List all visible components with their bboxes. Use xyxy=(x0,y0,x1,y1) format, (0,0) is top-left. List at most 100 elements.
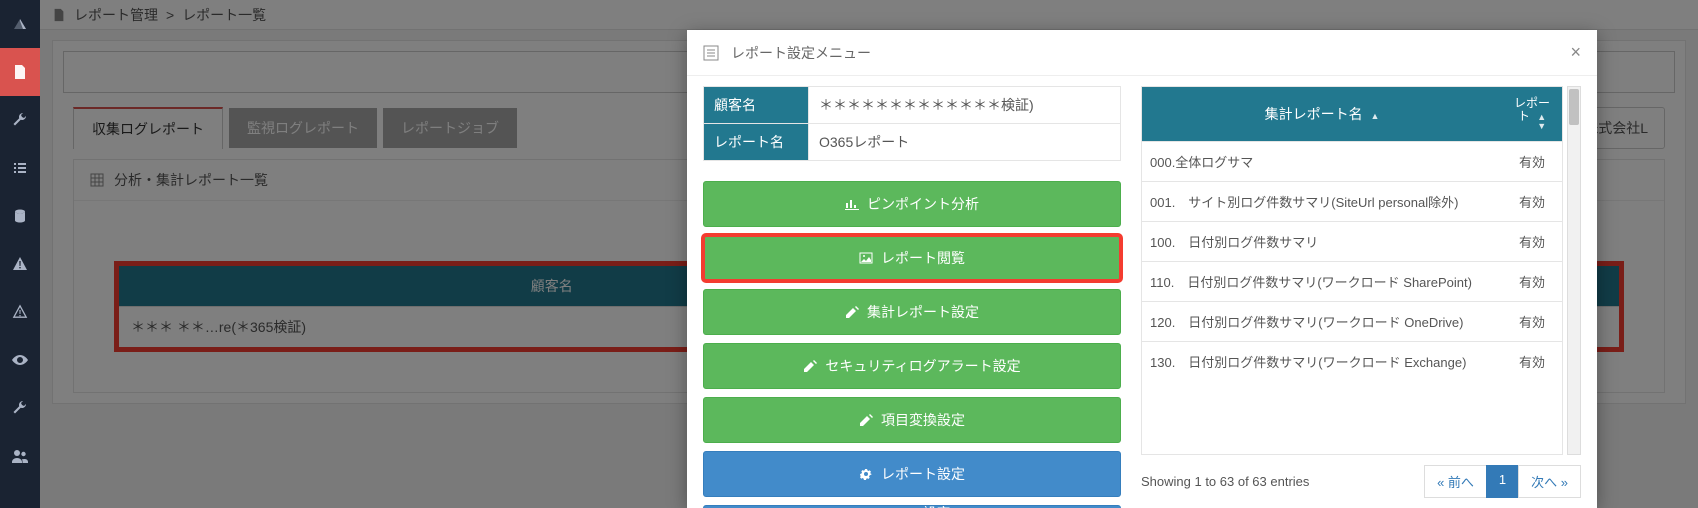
nav-reports[interactable] xyxy=(0,48,40,96)
table-row[interactable]: 100. 日付別ログ件数サマリ 有効 xyxy=(1142,222,1562,262)
tab-label: レポートジョブ xyxy=(401,120,499,136)
table-row[interactable]: 001. サイト別ログ件数サマリ(SiteUrl personal除外) 有効 xyxy=(1142,182,1562,222)
close-icon[interactable]: × xyxy=(1570,42,1581,63)
security-log-alert-settings-button[interactable]: セキュリティログアラート設定 xyxy=(703,343,1121,389)
modal-body: 顧客名 ＊＊＊＊＊＊＊＊＊＊＊＊＊検証) レポート名 O365レポート xyxy=(687,76,1597,508)
breadcrumb-sep: > xyxy=(166,7,174,23)
col-report-name[interactable]: 集計レポート名 ▲ xyxy=(1142,87,1502,142)
wrench-icon xyxy=(12,112,28,128)
action-label: 集計レポート設定 xyxy=(867,302,979,322)
cell-status: 有効 xyxy=(1502,222,1562,262)
edit-icon xyxy=(803,359,817,373)
report-table-wrap: 集計レポート名 ▲ レポート ▲▼ xyxy=(1141,86,1581,455)
triangle-icon xyxy=(12,16,28,32)
tab-report-job[interactable]: レポートジョブ xyxy=(383,108,517,148)
info-val-report: O365レポート xyxy=(809,124,1121,161)
side-nav xyxy=(0,0,40,508)
nav-list[interactable] xyxy=(0,144,40,192)
col-report-status[interactable]: レポート ▲▼ xyxy=(1502,87,1562,142)
cell-name: 120. 日付別ログ件数サマリ(ワークロード OneDrive) xyxy=(1142,302,1502,342)
document-icon xyxy=(12,64,28,80)
report-settings-modal: レポート設定メニュー × 顧客名 ＊＊＊＊＊＊＊＊＊＊＊＊＊検証) レポート名 … xyxy=(687,30,1597,508)
nav-database[interactable] xyxy=(0,192,40,240)
table-row[interactable]: 110. 日付別ログ件数サマリ(ワークロード SharePoint) 有効 xyxy=(1142,262,1562,302)
nav-users[interactable] xyxy=(0,432,40,480)
sort-icon: ▲ xyxy=(1370,112,1379,121)
nav-dashboard[interactable] xyxy=(0,0,40,48)
cell-name: 100. 日付別ログ件数サマリ xyxy=(1142,222,1502,262)
action-label: レポート設定 xyxy=(881,464,965,484)
breadcrumb: レポート管理 > レポート一覧 xyxy=(40,0,1698,30)
action-list: ピンポイント分析 レポート閲覧 集計レポート設定 xyxy=(703,181,1121,508)
tab-label: 収集ログレポート xyxy=(92,121,204,137)
report-view-button[interactable]: レポート閲覧 xyxy=(703,235,1121,281)
modal-right: 集計レポート名 ▲ レポート ▲▼ xyxy=(1141,86,1581,498)
scrollbar-thumb[interactable] xyxy=(1569,89,1579,125)
nav-warning[interactable] xyxy=(0,240,40,288)
scrollbar[interactable] xyxy=(1567,86,1581,455)
action-label: セキュリティログアラート設定 xyxy=(825,356,1020,376)
nav-wrench[interactable] xyxy=(0,96,40,144)
table-row[interactable]: 000.全体ログサマ 有効 xyxy=(1142,142,1562,182)
sort-icon: ▲▼ xyxy=(1537,113,1546,131)
nav-eye[interactable] xyxy=(0,336,40,384)
cell-status: 有効 xyxy=(1502,342,1562,382)
edit-icon xyxy=(845,305,859,319)
pinpoint-analysis-button[interactable]: ピンポイント分析 xyxy=(703,181,1121,227)
cell-status: 有効 xyxy=(1502,142,1562,182)
cell-name: 110. 日付別ログ件数サマリ(ワークロード SharePoint) xyxy=(1142,262,1502,302)
cell-name: 130. 日付別ログ件数サマリ(ワークロード Exchange) xyxy=(1142,342,1502,382)
warning-outline-icon xyxy=(12,304,28,320)
report-table-scroll[interactable]: 集計レポート名 ▲ レポート ▲▼ xyxy=(1141,86,1563,455)
report-table: 集計レポート名 ▲ レポート ▲▼ xyxy=(1142,87,1562,381)
table-row[interactable]: 130. 日付別ログ件数サマリ(ワークロード Exchange) 有効 xyxy=(1142,342,1562,382)
cell-status: 有効 xyxy=(1502,302,1562,342)
modal-header: レポート設定メニュー × xyxy=(687,30,1597,76)
pager-prev[interactable]: « 前へ xyxy=(1424,465,1487,498)
pager-next[interactable]: 次へ » xyxy=(1518,465,1581,498)
table-row[interactable]: 120. 日付別ログ件数サマリ(ワークロード OneDrive) 有効 xyxy=(1142,302,1562,342)
breadcrumb-page: レポート一覧 xyxy=(182,5,266,25)
info-key-customer: 顧客名 xyxy=(704,87,809,124)
list-icon xyxy=(12,160,28,176)
showing-label: Showing 1 to 63 of 63 entries xyxy=(1141,474,1309,489)
cell-name: 000.全体ログサマ xyxy=(1142,142,1502,182)
inner-panel-title: 分析・集計レポート一覧 xyxy=(114,170,268,190)
nav-warning-outline[interactable] xyxy=(0,288,40,336)
aggregate-report-settings-button[interactable]: 集計レポート設定 xyxy=(703,289,1121,335)
action-label: ピンポイント分析 xyxy=(867,194,979,214)
eye-icon xyxy=(11,352,29,368)
edit-icon xyxy=(859,413,873,427)
table-footer: Showing 1 to 63 of 63 entries « 前へ 1 次へ … xyxy=(1141,461,1581,498)
grid-icon xyxy=(90,173,104,187)
nav-tool[interactable] xyxy=(0,384,40,432)
item-conversion-settings-button[interactable]: 項目変換設定 xyxy=(703,397,1121,443)
tab-label: 監視ログレポート xyxy=(247,120,359,136)
report-settings-button[interactable]: レポート設定 xyxy=(703,451,1121,497)
database-icon xyxy=(12,208,28,224)
modal-left: 顧客名 ＊＊＊＊＊＊＊＊＊＊＊＊＊検証) レポート名 O365レポート xyxy=(703,86,1121,498)
image-icon xyxy=(859,251,873,265)
cell-status: 有効 xyxy=(1502,262,1562,302)
tab-kanshi-log[interactable]: 監視ログレポート xyxy=(229,108,377,148)
tab-collect-log[interactable]: 収集ログレポート xyxy=(73,107,223,149)
action-label: レポート閲覧 xyxy=(881,248,965,268)
chart-icon xyxy=(845,197,859,211)
document-icon xyxy=(52,8,66,22)
tool-icon xyxy=(12,400,28,416)
modal-title: レポート設定メニュー xyxy=(731,43,871,63)
breadcrumb-section: レポート管理 xyxy=(74,5,158,25)
action-label: 項目変換設定 xyxy=(881,410,965,430)
pager: « 前へ 1 次へ » xyxy=(1425,465,1581,498)
cell-status: 有効 xyxy=(1502,182,1562,222)
warning-icon xyxy=(12,256,28,272)
list-square-icon xyxy=(703,45,719,61)
cell-name: 001. サイト別ログ件数サマリ(SiteUrl personal除外) xyxy=(1142,182,1502,222)
gear-icon xyxy=(859,467,873,481)
info-key-report: レポート名 xyxy=(704,124,809,161)
pager-page-1[interactable]: 1 xyxy=(1486,465,1519,498)
users-icon xyxy=(11,448,29,464)
info-val-customer: ＊＊＊＊＊＊＊＊＊＊＊＊＊検証) xyxy=(809,87,1121,124)
app-root: レポート管理 > レポート一覧 有効設定数: 収集ログレポート 監視ログレポート… xyxy=(0,0,1698,508)
info-table: 顧客名 ＊＊＊＊＊＊＊＊＊＊＊＊＊検証) レポート名 O365レポート xyxy=(703,86,1121,161)
